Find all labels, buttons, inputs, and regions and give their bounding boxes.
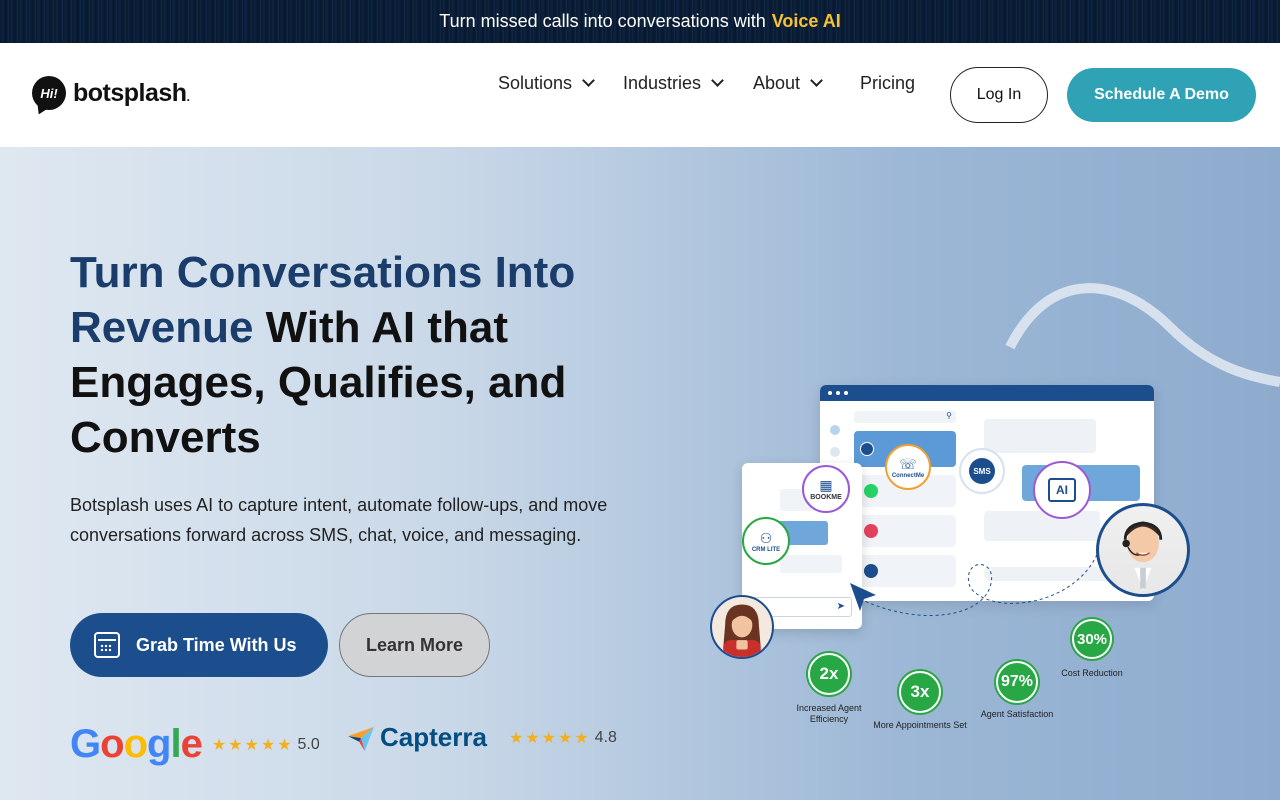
nav-item-industries[interactable]: Industries xyxy=(623,72,724,94)
nav-item-label: Industries xyxy=(623,72,702,93)
stat-appointments: 3x xyxy=(899,671,941,713)
hero-headline: Turn Conversations Into Revenue With AI … xyxy=(70,245,670,465)
bookme-badge: ▦ BOOKME xyxy=(802,465,850,513)
nav-item-label: About xyxy=(753,72,801,93)
grab-time-label: Grab Time With Us xyxy=(136,634,297,655)
nav-item-label: Pricing xyxy=(860,72,916,93)
hero-subtext: Botsplash uses AI to capture intent, aut… xyxy=(70,495,608,545)
connectme-badge: ☏ ConnectMe xyxy=(885,444,931,490)
login-button[interactable]: Log In xyxy=(950,67,1048,123)
brand-name: botsplash. xyxy=(73,78,190,107)
brand-logo-icon: Hi! xyxy=(32,76,66,110)
cursor-icon xyxy=(850,583,876,611)
chevron-down-icon xyxy=(711,74,724,87)
announcement-highlight: Voice AI xyxy=(771,11,841,31)
sms-icon: SMS xyxy=(969,458,995,484)
stat-label: Increased Agent Efficiency xyxy=(796,703,862,724)
nav-item-label: Solutions xyxy=(498,72,573,93)
stat-label: Agent Satisfaction xyxy=(980,709,1054,719)
google-review[interactable]: Google ★★★★★ 5.0 xyxy=(70,722,320,767)
stat-efficiency: 2x xyxy=(808,653,850,695)
learn-more-button[interactable]: Learn More xyxy=(339,613,490,677)
users-icon: ⚇ xyxy=(759,529,773,546)
google-rating: 5.0 xyxy=(297,735,320,753)
sms-badge: SMS xyxy=(959,448,1005,494)
hero-section: Turn Conversations Into Revenue With AI … xyxy=(0,147,1280,800)
announcement-bar[interactable]: Turn missed calls into conversations wit… xyxy=(0,0,1280,43)
stat-label: Cost Reduction xyxy=(1061,668,1123,678)
stat-label: More Appointments Set xyxy=(873,720,967,730)
nav-item-about[interactable]: About xyxy=(753,72,823,94)
nav-item-solutions[interactable]: Solutions xyxy=(498,72,595,94)
ai-badge: AI xyxy=(1033,461,1091,519)
stat-cost: 30% xyxy=(1072,619,1112,659)
star-rating-icon: ★★★★★ xyxy=(508,729,591,747)
site-header: Hi! botsplash. Solutions Industries Abou… xyxy=(0,43,1280,147)
phone-icon: ☏ xyxy=(899,455,917,472)
capterra-rating: 4.8 xyxy=(594,728,617,746)
google-logo: Google xyxy=(70,722,203,766)
schedule-demo-button[interactable]: Schedule A Demo xyxy=(1067,68,1256,122)
grab-time-button[interactable]: Grab Time With Us xyxy=(70,613,328,677)
customer-avatar xyxy=(710,595,774,659)
hero-illustration: ⚲ ➤ ▦ BOOKME ☏ ConnectMe SMS AI ⚇ CRM LI… xyxy=(700,287,1260,757)
calendar-icon xyxy=(94,632,120,658)
agent-avatar xyxy=(1096,503,1190,597)
calendar-icon: ▦ xyxy=(819,477,833,493)
capterra-logo-icon xyxy=(348,726,374,751)
star-rating-icon: ★★★★★ xyxy=(211,736,294,754)
nav-item-pricing[interactable]: Pricing xyxy=(860,73,915,94)
brand-logo[interactable]: Hi! botsplash. xyxy=(32,76,190,110)
chevron-down-icon xyxy=(810,74,823,87)
crm-badge: ⚇ CRM LITE xyxy=(742,517,790,565)
capterra-name: Capterra xyxy=(380,722,487,752)
announcement-text: Turn missed calls into conversations wit… xyxy=(439,11,766,31)
stat-satisfaction: 97% xyxy=(996,661,1038,703)
capterra-review[interactable]: Capterra ★★★★★ 4.8 xyxy=(348,722,617,753)
ai-chip-icon: AI xyxy=(1048,478,1076,502)
chevron-down-icon xyxy=(582,74,595,87)
